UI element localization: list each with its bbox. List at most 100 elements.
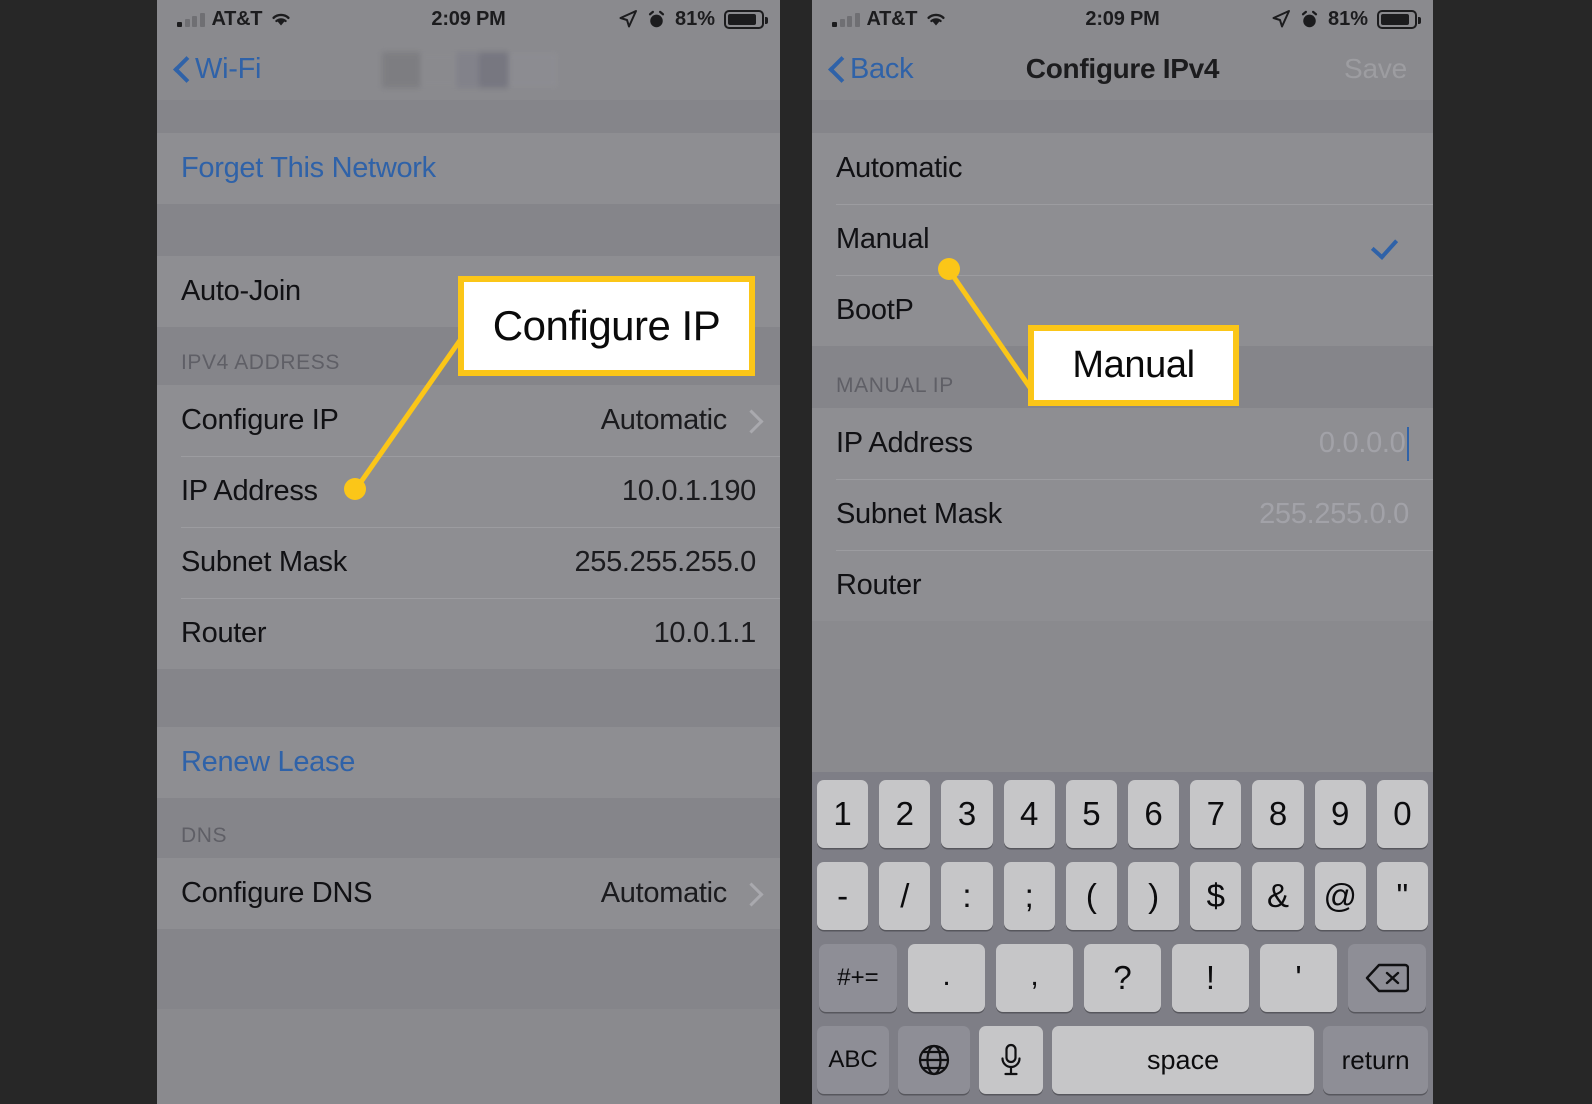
keyboard-row-punctuation: #+= . , ? ! ' [817, 944, 1428, 1012]
spacer [157, 100, 780, 133]
key-colon[interactable]: : [941, 862, 993, 930]
keyboard-row-symbols: - / : ; ( ) $ & @ " [816, 862, 1429, 930]
option-automatic[interactable]: Automatic [812, 133, 1433, 204]
key-return[interactable]: return [1323, 1026, 1428, 1094]
status-bar-right: AT&T 2:09 PM 81% [812, 0, 1433, 38]
key-open-paren[interactable]: ( [1065, 862, 1117, 930]
key-semicolon[interactable]: ; [1003, 862, 1055, 930]
microphone-icon [1001, 1043, 1021, 1076]
key-close-paren[interactable]: ) [1128, 862, 1180, 930]
configure-ip-value: Automatic [600, 404, 728, 436]
nav-bar-left: Wi-Fi [157, 38, 780, 100]
key-0[interactable]: 0 [1376, 780, 1429, 848]
configure-dns-value: Automatic [600, 877, 728, 909]
chevron-right-icon [743, 883, 756, 905]
key-3[interactable]: 3 [941, 780, 993, 848]
location-arrow-icon [1272, 10, 1290, 28]
back-to-wifi-button[interactable]: Wi-Fi [175, 38, 261, 100]
renew-lease-label: Renew Lease [181, 746, 356, 778]
keyboard-row-numbers: 1 2 3 4 5 6 7 8 9 0 [816, 780, 1429, 848]
delete-icon [1365, 963, 1409, 993]
page-title: Configure IPv4 [1025, 53, 1220, 84]
key-exclamation-mark[interactable]: ! [1172, 944, 1249, 1012]
forget-this-network-label: Forget This Network [181, 152, 436, 184]
left-phone-screen: AT&T 2:09 PM 81% Wi-Fi Forget This Netwo… [157, 0, 780, 1104]
location-arrow-icon [619, 10, 637, 28]
key-2[interactable]: 2 [879, 780, 931, 848]
battery-icon [1377, 9, 1421, 29]
subnet-mask-input[interactable]: 255.255.0.0 [1259, 498, 1409, 531]
globe-icon [918, 1044, 950, 1076]
key-7[interactable]: 7 [1190, 780, 1242, 848]
key-1[interactable]: 1 [816, 780, 869, 848]
spacer [157, 669, 780, 727]
key-apostrophe[interactable]: ' [1260, 944, 1337, 1012]
row-forget-this-network[interactable]: Forget This Network [157, 133, 780, 204]
router-label: Router [836, 569, 922, 601]
router-label: Router [181, 617, 267, 649]
row-configure-ip[interactable]: Configure IP Automatic [157, 385, 780, 456]
dns-header-label: DNS [181, 824, 228, 847]
battery-icon [724, 9, 768, 29]
key-dollar[interactable]: $ [1190, 862, 1242, 930]
key-6[interactable]: 6 [1128, 780, 1180, 848]
option-bootp-label: BootP [836, 294, 914, 326]
screenshot-stage: AT&T 2:09 PM 81% Wi-Fi Forget This Netwo… [0, 0, 1592, 1104]
field-row-ip-address[interactable]: IP Address 0.0.0.0 [812, 408, 1433, 479]
row-router[interactable]: Router 10.0.1.1 [157, 598, 780, 669]
configure-ip-label: Configure IP [181, 404, 339, 436]
row-ip-address[interactable]: IP Address 10.0.1.190 [157, 456, 780, 527]
key-symbols-toggle[interactable]: #+= [819, 944, 897, 1012]
key-5[interactable]: 5 [1065, 780, 1117, 848]
spacer [812, 100, 1433, 133]
status-bar-right-group: 81% [1271, 0, 1421, 38]
battery-percent-label: 81% [1327, 7, 1368, 30]
field-row-router[interactable]: Router [812, 550, 1433, 621]
ip-address-label: IP Address [181, 475, 318, 507]
status-bar-right-group: 81% [618, 0, 768, 38]
router-value: 10.0.1.1 [653, 617, 757, 649]
callout-manual: Manual [1028, 325, 1239, 406]
key-delete[interactable] [1348, 944, 1426, 1012]
key-ampersand[interactable]: & [1252, 862, 1304, 930]
key-globe[interactable] [898, 1026, 970, 1094]
nav-bar-right: Back Configure IPv4 Save [812, 38, 1433, 100]
on-screen-keyboard: 1 2 3 4 5 6 7 8 9 0 - / : ; ( ) $ & @ " … [812, 772, 1433, 1104]
ip-address-label: IP Address [836, 427, 973, 459]
checkmark-icon [1375, 226, 1409, 254]
key-abc[interactable]: ABC [817, 1026, 889, 1094]
ip-address-input[interactable]: 0.0.0.0 [1319, 427, 1406, 460]
key-period[interactable]: . [908, 944, 985, 1012]
key-double-quote[interactable]: " [1376, 862, 1429, 930]
option-manual-label: Manual [836, 223, 930, 255]
redacted-ssid-title [382, 52, 558, 88]
key-question-mark[interactable]: ? [1084, 944, 1161, 1012]
key-comma[interactable]: , [996, 944, 1073, 1012]
subnet-mask-label: Subnet Mask [181, 546, 347, 578]
alarm-clock-icon [648, 10, 665, 27]
option-automatic-label: Automatic [836, 152, 963, 184]
row-renew-lease[interactable]: Renew Lease [157, 727, 780, 798]
status-bar-left: AT&T 2:09 PM 81% [157, 0, 780, 38]
key-hyphen[interactable]: - [816, 862, 869, 930]
back-button-label: Wi-Fi [195, 52, 262, 85]
spacer [157, 204, 780, 256]
key-space[interactable]: space [1052, 1026, 1315, 1094]
row-configure-dns[interactable]: Configure DNS Automatic [157, 858, 780, 929]
key-4[interactable]: 4 [1003, 780, 1055, 848]
option-manual[interactable]: Manual [812, 204, 1433, 275]
configure-dns-label: Configure DNS [181, 877, 373, 909]
text-cursor [1406, 426, 1409, 461]
key-slash[interactable]: / [879, 862, 931, 930]
battery-percent-label: 81% [674, 7, 715, 30]
chevron-right-icon [743, 410, 756, 432]
key-dictation[interactable] [979, 1026, 1043, 1094]
key-9[interactable]: 9 [1314, 780, 1366, 848]
field-row-subnet-mask[interactable]: Subnet Mask 255.255.0.0 [812, 479, 1433, 550]
callout-configure-ip: Configure IP [458, 276, 755, 376]
row-subnet-mask[interactable]: Subnet Mask 255.255.255.0 [157, 527, 780, 598]
key-8[interactable]: 8 [1252, 780, 1304, 848]
keyboard-row-bottom: ABC space return [817, 1026, 1428, 1094]
key-at-sign[interactable]: @ [1314, 862, 1366, 930]
save-button[interactable]: Save [1344, 38, 1407, 100]
